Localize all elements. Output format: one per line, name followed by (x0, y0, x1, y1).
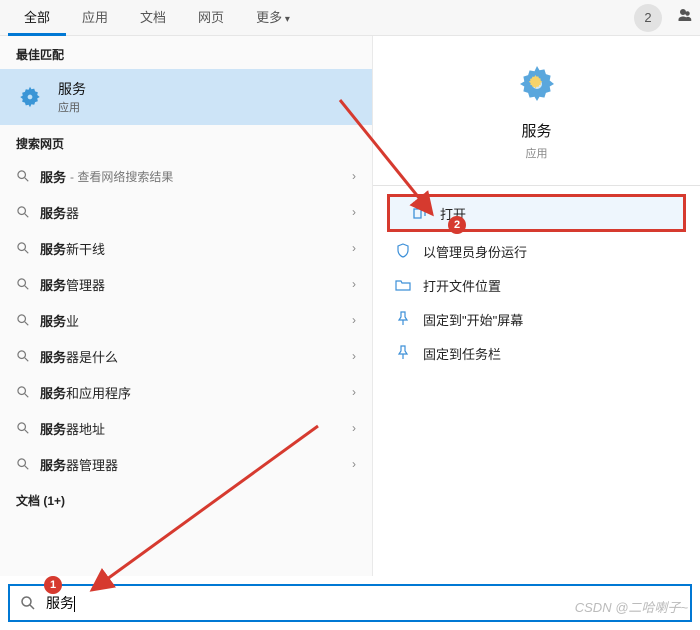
tabs-bar: 全部 应用 文档 网页 更多 2 (0, 0, 700, 36)
web-result-label: 服务 (40, 167, 66, 186)
web-result-row[interactable]: 服务新干线 › (0, 230, 372, 266)
docs-header: 文档 (1+) (0, 482, 372, 515)
action-run-admin-label: 以管理员身份运行 (423, 242, 527, 261)
shield-icon (395, 243, 411, 259)
web-result-row[interactable]: 服务器地址 › (0, 410, 372, 446)
action-open-location-label: 打开文件位置 (423, 276, 501, 295)
web-result-label: 服务管理器 (40, 275, 105, 294)
chevron-right-icon: › (352, 349, 356, 363)
people-icon[interactable] (674, 6, 692, 29)
web-result-suffix: - 查看网络搜索结果 (70, 168, 173, 185)
web-result-row[interactable]: 服务- 查看网络搜索结果 › (0, 158, 372, 194)
pin-icon (395, 311, 411, 327)
web-result-label: 服务业 (40, 311, 79, 330)
left-column: 最佳匹配 服务 应用 搜索网页 服务- 查看网络搜索结果›服务器›服务新干线›服… (0, 36, 372, 576)
web-result-label: 服务器管理器 (40, 455, 118, 474)
chevron-right-icon: › (352, 313, 356, 327)
web-result-label: 服务新干线 (40, 239, 105, 258)
chevron-right-icon: › (352, 277, 356, 291)
gear-icon (513, 60, 561, 108)
gear-icon (16, 83, 44, 111)
action-open-location[interactable]: 打开文件位置 (373, 268, 700, 302)
right-title: 服务 (373, 120, 700, 141)
divider (373, 185, 700, 186)
web-result-row[interactable]: 服务管理器 › (0, 266, 372, 302)
avatar[interactable]: 2 (634, 4, 662, 32)
action-pin-start[interactable]: 固定到"开始"屏幕 (373, 302, 700, 336)
web-result-row[interactable]: 服务业 › (0, 302, 372, 338)
action-pin-taskbar-label: 固定到任务栏 (423, 344, 501, 363)
pin-icon (395, 345, 411, 361)
chevron-right-icon: › (352, 457, 356, 471)
tab-docs[interactable]: 文档 (124, 0, 182, 36)
chevron-right-icon: › (352, 241, 356, 255)
web-header: 搜索网页 (0, 125, 372, 158)
right-column: 服务 应用 打开 以管理员身份运行 打开文件位置 固定到"开始"屏幕 固定到任务… (372, 36, 700, 576)
tab-apps[interactable]: 应用 (66, 0, 124, 36)
search-input[interactable]: 服务 (46, 593, 680, 613)
web-result-label: 服务器是什么 (40, 347, 118, 366)
web-result-row[interactable]: 服务器管理器 › (0, 446, 372, 482)
web-result-label: 服务器地址 (40, 419, 105, 438)
tab-more[interactable]: 更多 (240, 0, 306, 36)
open-icon (412, 205, 428, 221)
search-bar[interactable]: 服务 (8, 584, 692, 622)
web-result-label: 服务器 (40, 203, 79, 222)
chevron-right-icon: › (352, 421, 356, 435)
right-subtitle: 应用 (373, 145, 700, 161)
web-result-row[interactable]: 服务器是什么 › (0, 338, 372, 374)
best-match-header: 最佳匹配 (0, 36, 372, 69)
web-result-label: 服务和应用程序 (40, 383, 131, 402)
action-pin-start-label: 固定到"开始"屏幕 (423, 310, 523, 329)
action-pin-taskbar[interactable]: 固定到任务栏 (373, 336, 700, 370)
tab-web[interactable]: 网页 (182, 0, 240, 36)
action-run-admin[interactable]: 以管理员身份运行 (373, 234, 700, 268)
tab-all[interactable]: 全部 (8, 0, 66, 36)
web-result-row[interactable]: 服务和应用程序 › (0, 374, 372, 410)
chevron-right-icon: › (352, 169, 356, 183)
action-open[interactable]: 打开 (387, 194, 686, 232)
chevron-right-icon: › (352, 205, 356, 219)
main-panel: 最佳匹配 服务 应用 搜索网页 服务- 查看网络搜索结果›服务器›服务新干线›服… (0, 36, 700, 576)
best-match-subtitle: 应用 (58, 99, 86, 115)
action-open-label: 打开 (440, 204, 466, 223)
best-match-title: 服务 (58, 79, 86, 99)
best-match-item[interactable]: 服务 应用 (0, 69, 372, 125)
search-icon (20, 595, 36, 611)
folder-icon (395, 277, 411, 293)
chevron-right-icon: › (352, 385, 356, 399)
web-result-row[interactable]: 服务器 › (0, 194, 372, 230)
